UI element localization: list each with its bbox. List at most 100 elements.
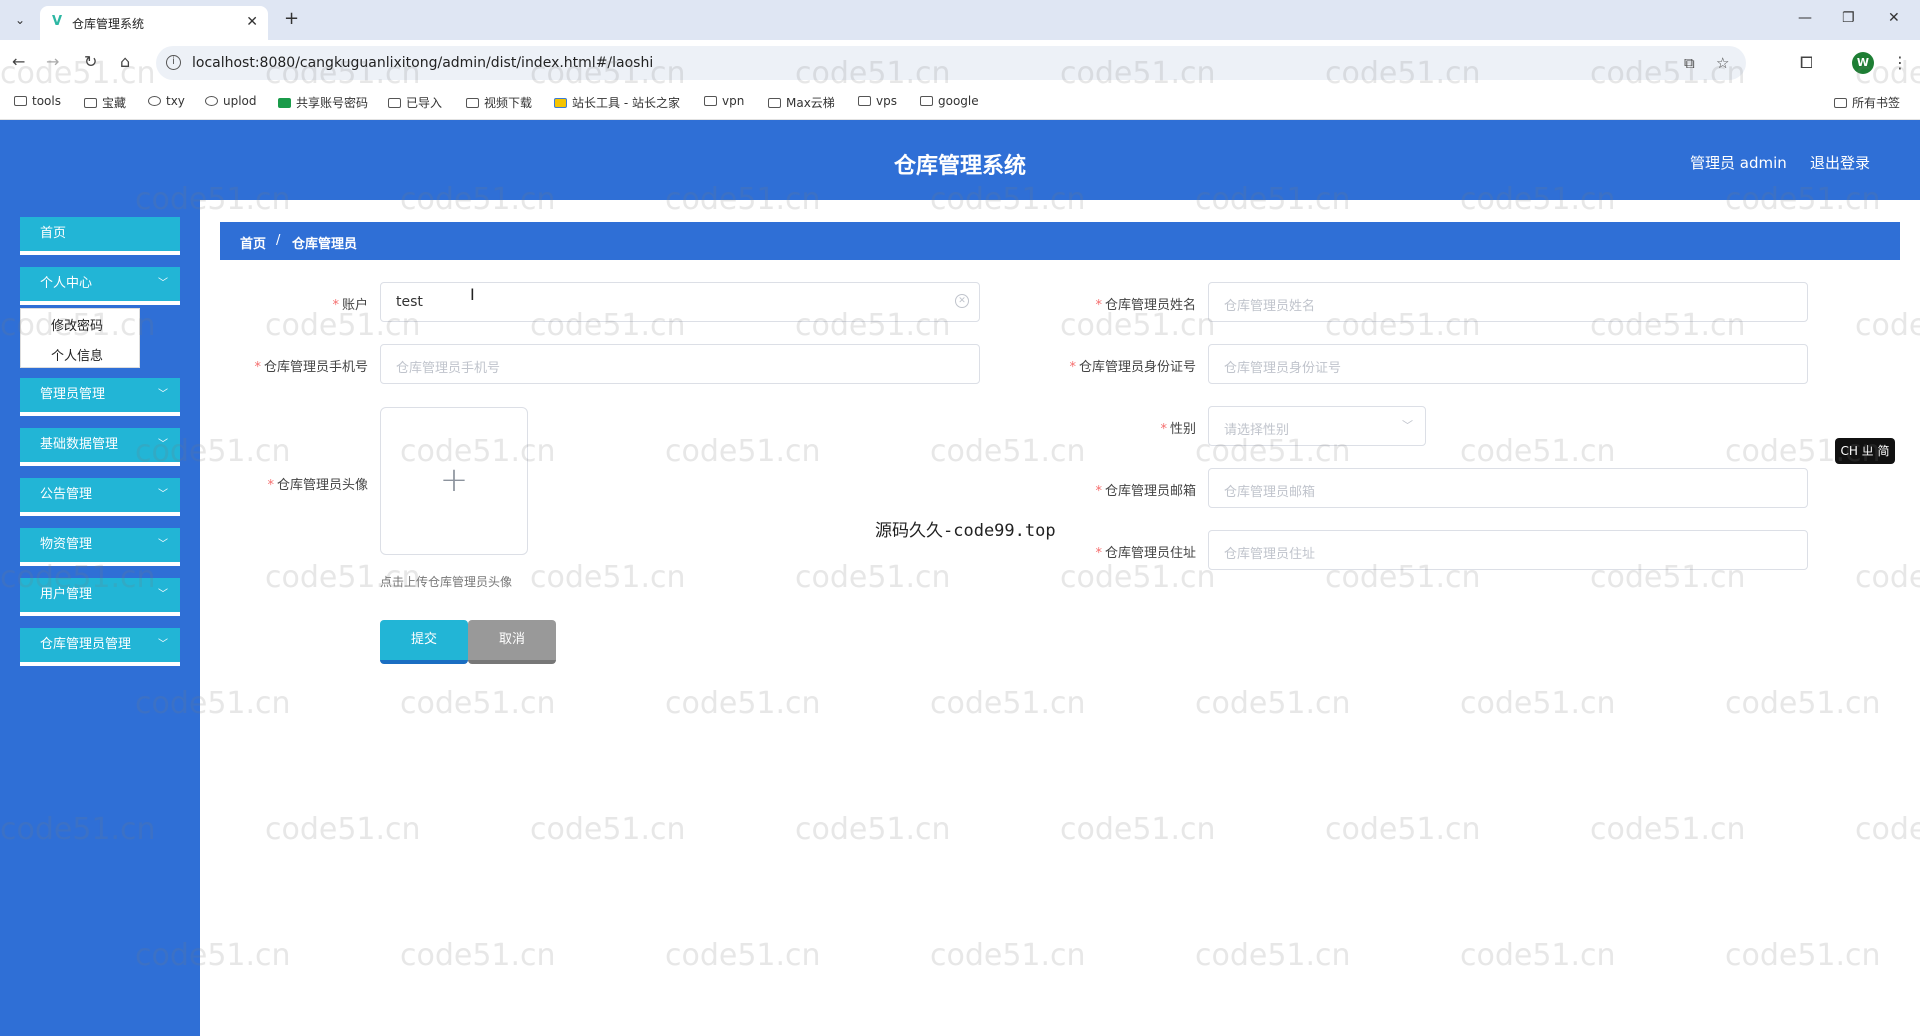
tab-list-icon[interactable]: ⌄ [8,8,32,32]
breadcrumb-current: 仓库管理员 [292,237,358,252]
sidebar-item-materials[interactable]: 物资管理 ﹀ [20,528,180,566]
text-cursor-icon: I [470,285,475,304]
sidebar-item-basic-data[interactable]: 基础数据管理 ﹀ [20,428,180,466]
sidebar-item-home[interactable]: 首页 [20,217,180,255]
app-header: 仓库管理系统 管理员 admin 退出登录 [0,120,1920,200]
close-window-icon[interactable]: ✕ [1888,10,1900,26]
watermark-text: code51.cn [1195,938,1351,973]
breadcrumb: 首页 / 仓库管理员 [220,222,1900,260]
idcard-input[interactable]: 仓库管理员身份证号 [1208,344,1808,384]
email-placeholder: 仓库管理员邮箱 [1224,485,1316,500]
bookmark-item[interactable]: 站长工具 - 站长之家 [554,94,680,111]
bookmark-item[interactable]: 共享账号密码 [278,94,368,111]
watermark-text: code51.cn [1460,686,1616,721]
name-input[interactable]: 仓库管理员姓名 [1208,282,1808,322]
bookmark-item[interactable]: 已导入 [388,94,442,111]
gender-select[interactable]: 请选择性别 ﹀ [1208,406,1426,446]
gender-placeholder: 请选择性别 [1224,423,1290,438]
cancel-button[interactable]: 取消 [468,620,556,664]
address-input[interactable]: 仓库管理员住址 [1208,530,1808,570]
folder-icon [388,98,401,108]
app-title: 仓库管理系统 [893,154,1026,179]
phone-placeholder: 仓库管理员手机号 [396,361,501,376]
sheet-icon [278,98,291,108]
chevron-down-icon: ﹀ [158,439,168,450]
forward-icon[interactable]: → [46,52,59,72]
folder-icon [920,96,933,106]
sidebar-item-warehouse-admin[interactable]: 仓库管理员管理 ﹀ [20,628,180,666]
watermark-text: code51.cn [665,938,821,973]
gender-label: * 性别 [1160,422,1196,437]
account-value: test [396,294,423,310]
watermark-text: code51.cn [930,938,1086,973]
chevron-down-icon: ﹀ [158,489,168,500]
folder-icon [84,98,97,108]
chevron-down-icon: ﹀ [158,389,168,400]
bookmark-item[interactable]: 宝藏 [84,94,126,111]
browser-menu-icon[interactable]: ⋮ [1892,53,1908,72]
home-icon[interactable]: ⌂ [120,52,130,72]
logout-link[interactable]: 退出登录 [1810,152,1870,173]
bookmark-item[interactable]: vpn [704,94,744,108]
email-label: * 仓库管理员邮箱 [1095,484,1196,499]
submenu-change-password[interactable]: 修改密码 [51,315,103,334]
bookmark-item[interactable]: google [920,94,979,108]
watermark-text: code51.cn [795,560,951,595]
folder-icon [704,96,717,106]
watermark-text: code51.cn [530,560,686,595]
screenshot-icon[interactable]: ⧉ [1684,54,1695,72]
account-label: * 账户 [332,298,368,313]
watermark-text: code51.cn [400,686,556,721]
bookmark-item[interactable]: tools [14,94,61,108]
watermark-text: code51.cn [1855,812,1920,847]
chevron-down-icon: ﹀ [158,639,168,650]
clear-icon[interactable]: ✕ [955,294,969,308]
bookmark-star-icon[interactable]: ☆ [1716,54,1729,72]
cloud-icon [148,96,161,106]
bookmark-item[interactable]: vps [858,94,897,108]
browser-tab[interactable]: V 仓库管理系统 ✕ [40,6,268,40]
sidebar-item-users[interactable]: 用户管理 ﹀ [20,578,180,616]
bookmark-item[interactable]: Max云梯 [768,94,835,111]
watermark-text: code51.cn [1060,812,1216,847]
restore-icon[interactable]: ❐ [1842,10,1855,26]
bookmark-item[interactable]: txy [148,94,185,108]
submit-button[interactable]: 提交 [380,620,468,664]
watermark-text: code51.cn [1725,938,1881,973]
vue-favicon-icon: V [52,14,63,29]
name-placeholder: 仓库管理员姓名 [1224,299,1316,314]
bookmark-item[interactable]: uplod [205,94,257,108]
browser-tabbar: ⌄ V 仓库管理系统 ✕ + — ❐ ✕ [0,0,1920,40]
folder-icon [768,98,781,108]
extensions-icon[interactable]: ⧠ [1800,53,1813,73]
bookmark-item[interactable]: 视频下载 [466,94,532,111]
minimize-icon[interactable]: — [1798,10,1812,26]
all-bookmarks[interactable]: 所有书签 [1834,94,1900,111]
breadcrumb-home[interactable]: 首页 [240,233,266,252]
watermark-text: code51.cn [1195,686,1351,721]
submenu-personal-info[interactable]: 个人信息 [51,345,103,364]
avatar-upload[interactable]: + [380,407,528,555]
tab-close-icon[interactable]: ✕ [246,14,258,30]
sidebar-item-personal-center[interactable]: 个人中心 ﹀ [20,267,180,305]
reload-icon[interactable]: ↻ [84,52,97,72]
back-icon[interactable]: ← [12,52,25,72]
center-watermark: 源码久久-code99.top [875,521,1056,541]
watermark-text: code51.cn [665,434,821,469]
profile-avatar[interactable]: W [1852,52,1874,74]
avatar-upload-tip: 点击上传仓库管理员头像 [380,575,513,589]
address-bar[interactable]: i localhost:8080/cangkuguanlixitong/admi… [156,46,1746,80]
sidebar-item-notice[interactable]: 公告管理 ﹀ [20,478,180,516]
phone-input[interactable]: 仓库管理员手机号 [380,344,980,384]
chevron-down-icon: ﹀ [1402,419,1413,432]
watermark-text: code51.cn [1060,308,1216,343]
chinaz-icon [554,98,567,108]
bookmarks-bar: tools 宝藏 txy uplod 共享账号密码 已导入 视频下载 站长工具 … [0,86,1920,120]
watermark-text: code51.cn [530,812,686,847]
sidebar-item-admin-management[interactable]: 管理员管理 ﹀ [20,378,180,416]
watermark-text: code51.cn [930,686,1086,721]
watermark-text: code51.cn [1325,812,1481,847]
site-info-icon[interactable]: i [166,55,181,70]
new-tab-icon[interactable]: + [284,9,299,29]
email-input[interactable]: 仓库管理员邮箱 [1208,468,1808,508]
